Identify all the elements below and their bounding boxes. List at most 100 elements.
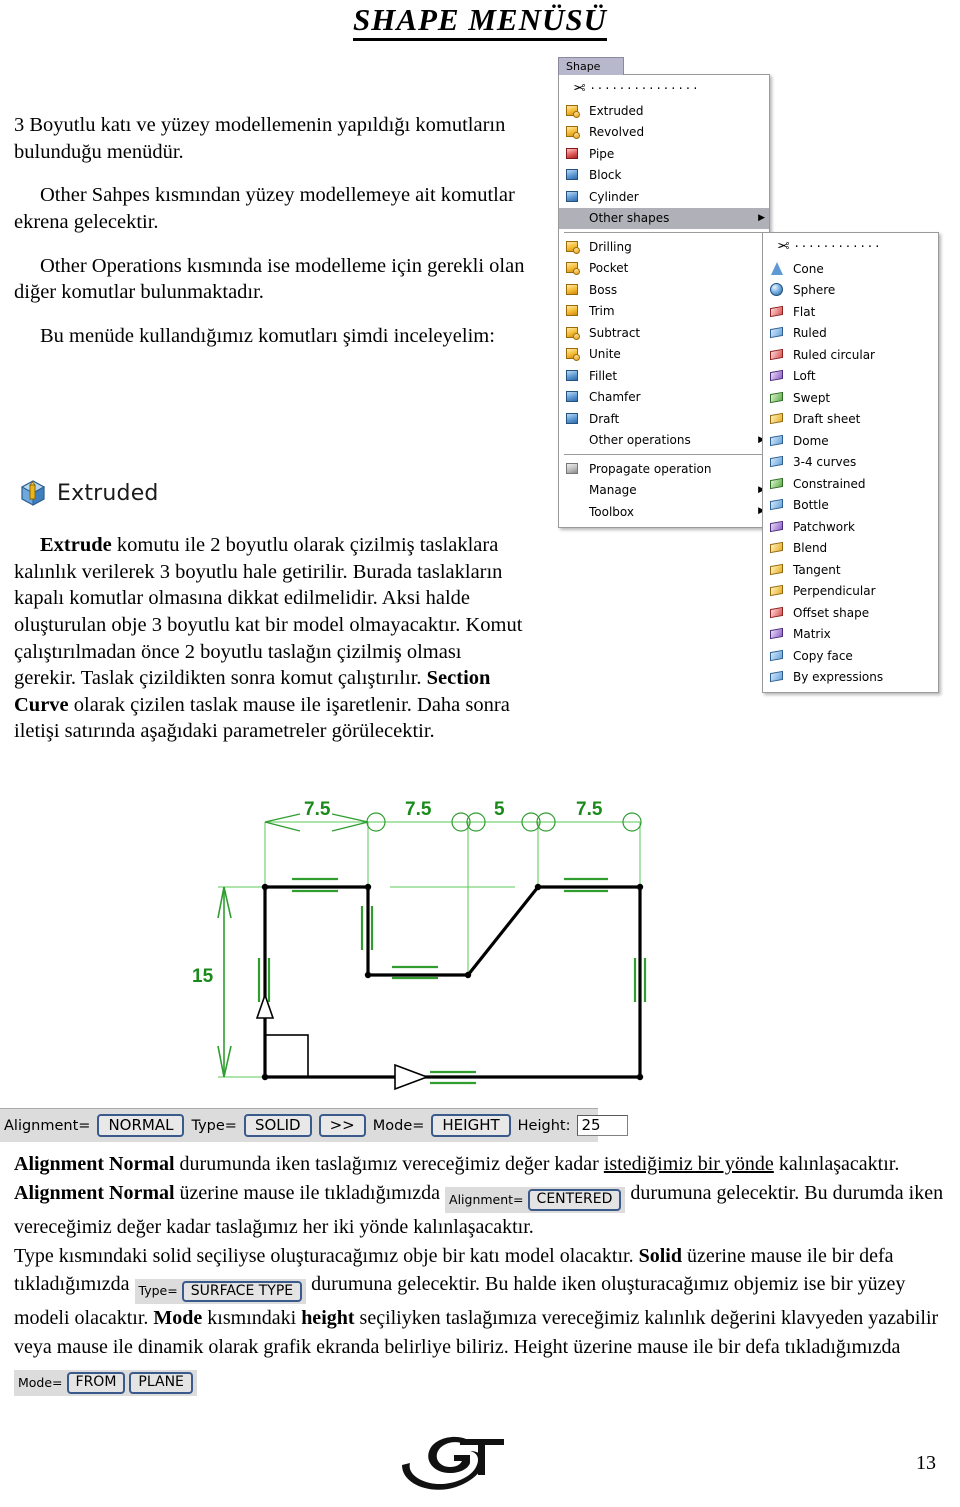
- tearoff-dots: ············: [794, 239, 883, 255]
- bottom-bold-3: Solid: [638, 1244, 682, 1267]
- submenu-item-patchwork[interactable]: Patchwork: [763, 516, 938, 538]
- intro-paragraph-2: Other Sahpes kısmından yüzey modellemeye…: [14, 184, 515, 233]
- menu-item-extruded[interactable]: Extruded: [559, 100, 769, 122]
- menu-item-other-operations[interactable]: Other operations▶: [559, 430, 769, 452]
- submenu-item-flat[interactable]: Flat: [763, 301, 938, 323]
- menu-item-label: Revolved: [589, 125, 645, 140]
- bottle-icon: [769, 497, 785, 513]
- menu-item-trim[interactable]: Trim: [559, 301, 769, 323]
- intro-paragraph-3: Other Operations kısmında ise modelleme …: [14, 254, 525, 304]
- menu-tearoff-handle[interactable]: ✂ ···············: [559, 78, 769, 100]
- extruded-body-rest-1: komutu ile 2 boyutlu olarak çizilmiş tas…: [14, 534, 523, 690]
- dim-label-top-1: 7.5: [304, 799, 331, 820]
- menu-item-fillet[interactable]: Fillet: [559, 365, 769, 387]
- flat-icon: [769, 304, 785, 320]
- menu-item-draft[interactable]: Draft: [559, 408, 769, 430]
- submenu-item-ruled-circular[interactable]: Ruled circular: [763, 344, 938, 366]
- menu-item-label: Draft: [589, 411, 620, 426]
- patchwork-icon: [769, 519, 785, 535]
- inline-alignment-centered-button[interactable]: CENTERED: [527, 1189, 622, 1211]
- submenu-item-label: Swept: [793, 390, 831, 405]
- submenu-item-label: Flat: [793, 304, 816, 319]
- ruled-circular-icon: [769, 347, 785, 363]
- submenu-item-label: Cone: [793, 261, 824, 276]
- alignment-value-button[interactable]: NORMAL: [97, 1113, 185, 1138]
- submenu-item-by-expressions[interactable]: By expressions: [763, 667, 938, 689]
- menu-item-other-shapes[interactable]: Other shapes ▶: [559, 207, 769, 229]
- shape-menu-tab[interactable]: Shape: [558, 57, 624, 75]
- submenu-item-3-4-curves[interactable]: 3-4 curves: [763, 452, 938, 474]
- submenu-item-blend[interactable]: Blend: [763, 538, 938, 560]
- block-icon: [565, 167, 581, 183]
- other-shapes-submenu-items: Cone Sphere Flat Ruled Ruled circular Loft Swe…: [763, 258, 938, 688]
- submenu-item-matrix[interactable]: Matrix: [763, 624, 938, 646]
- gt-logo: [398, 1425, 523, 1497]
- loft-icon: [769, 368, 785, 384]
- menu-item-label: Unite: [589, 347, 621, 362]
- drilling-icon: [565, 239, 581, 255]
- submenu-item-loft[interactable]: Loft: [763, 366, 938, 388]
- menu-item-chamfer[interactable]: Chamfer: [559, 387, 769, 409]
- type-value-button[interactable]: SOLID: [243, 1113, 312, 1138]
- bottom-text-5: Type kısmındaki solid seçiliyse oluştura…: [14, 1244, 639, 1267]
- menu-item-toolbox[interactable]: Toolbox▶: [559, 501, 769, 523]
- page-number: 13: [916, 1452, 936, 1474]
- inline-plane-button[interactable]: PLANE: [129, 1372, 193, 1394]
- submenu-item-ruled[interactable]: Ruled: [763, 323, 938, 345]
- menu-item-label: Boss: [589, 282, 618, 297]
- menu-item-drilling[interactable]: Drilling: [559, 236, 769, 258]
- submenu-item-perpendicular[interactable]: Perpendicular: [763, 581, 938, 603]
- menu-item-no-icon: [565, 432, 581, 448]
- subtract-icon: [565, 325, 581, 341]
- extruded-icon: [565, 103, 581, 119]
- cad-sketch-svg: 7.5 7.5 5 7.5 15: [192, 799, 647, 1091]
- extruded-body-rest-2: olarak çizilen taslak mause ile işaretle…: [14, 693, 510, 743]
- inline-alignment-label: Alignment=: [449, 1191, 524, 1207]
- menu-item-block[interactable]: Block: [559, 165, 769, 187]
- bottom-explanatory-text: Alignment Normal durumunda iken taslağım…: [14, 1150, 946, 1396]
- menu-item-manage[interactable]: Manage▶: [559, 480, 769, 502]
- submenu-item-swept[interactable]: Swept: [763, 387, 938, 409]
- menu-item-subtract[interactable]: Subtract: [559, 322, 769, 344]
- intro-text-column: 3 Boyutlu katı ve yüzey modellemenin yap…: [14, 112, 534, 366]
- menu-item-propagate-operation[interactable]: Propagate operation: [559, 458, 769, 480]
- submenu-item-draft-sheet[interactable]: Draft sheet: [763, 409, 938, 431]
- submenu-item-sphere[interactable]: Sphere: [763, 280, 938, 302]
- menu-item-label: Extruded: [589, 103, 644, 118]
- submenu-item-constrained[interactable]: Constrained: [763, 473, 938, 495]
- menu-item-unite[interactable]: Unite: [559, 344, 769, 366]
- unite-icon: [565, 346, 581, 362]
- bottom-bold-4: Mode: [153, 1307, 203, 1330]
- bottom-underline-1: istediğimiz bir yönde: [603, 1153, 774, 1175]
- menu-item-label: Propagate operation: [589, 461, 712, 476]
- menu-separator: [564, 232, 764, 233]
- cad-status-bar: Alignment= NORMAL Type= SOLID >> Mode= H…: [0, 1108, 629, 1142]
- by-expressions-icon: [769, 669, 785, 685]
- more-options-button[interactable]: >>: [318, 1113, 366, 1138]
- inline-surface-type-button[interactable]: SURFACE TYPE: [181, 1280, 303, 1303]
- bottom-bold-1: Alignment Normal: [14, 1153, 175, 1175]
- submenu-item-offset-shape[interactable]: Offset shape: [763, 602, 938, 624]
- menu-item-cylinder[interactable]: Cylinder: [559, 186, 769, 208]
- chamfer-icon: [565, 389, 581, 405]
- submenu-tearoff-handle[interactable]: ✂ ············: [763, 236, 938, 258]
- submenu-item-label: Constrained: [793, 476, 866, 491]
- page-title-text: SHAPE MENÜSÜ: [352, 2, 608, 41]
- copy-face-icon: [769, 648, 785, 664]
- menu-item-pipe[interactable]: Pipe: [559, 143, 769, 165]
- menu-item-boss[interactable]: Boss: [559, 279, 769, 301]
- menu-item-label: Fillet: [589, 368, 618, 383]
- submenu-item-dome[interactable]: Dome: [763, 430, 938, 452]
- cylinder-icon: [565, 189, 581, 205]
- inline-from-button[interactable]: FROM: [66, 1372, 126, 1394]
- submenu-item-copy-face[interactable]: Copy face: [763, 645, 938, 667]
- menu-item-pocket[interactable]: Pocket: [559, 258, 769, 280]
- submenu-item-tangent[interactable]: Tangent: [763, 559, 938, 581]
- mode-value-button[interactable]: HEIGHT: [431, 1113, 511, 1138]
- submenu-item-cone[interactable]: Cone: [763, 258, 938, 280]
- menu-item-revolved[interactable]: Revolved: [559, 122, 769, 144]
- submenu-item-label: Bottle: [793, 498, 829, 513]
- height-input[interactable]: 25: [577, 1114, 629, 1137]
- menu-item-label: Manage: [589, 483, 637, 498]
- submenu-item-bottle[interactable]: Bottle: [763, 495, 938, 517]
